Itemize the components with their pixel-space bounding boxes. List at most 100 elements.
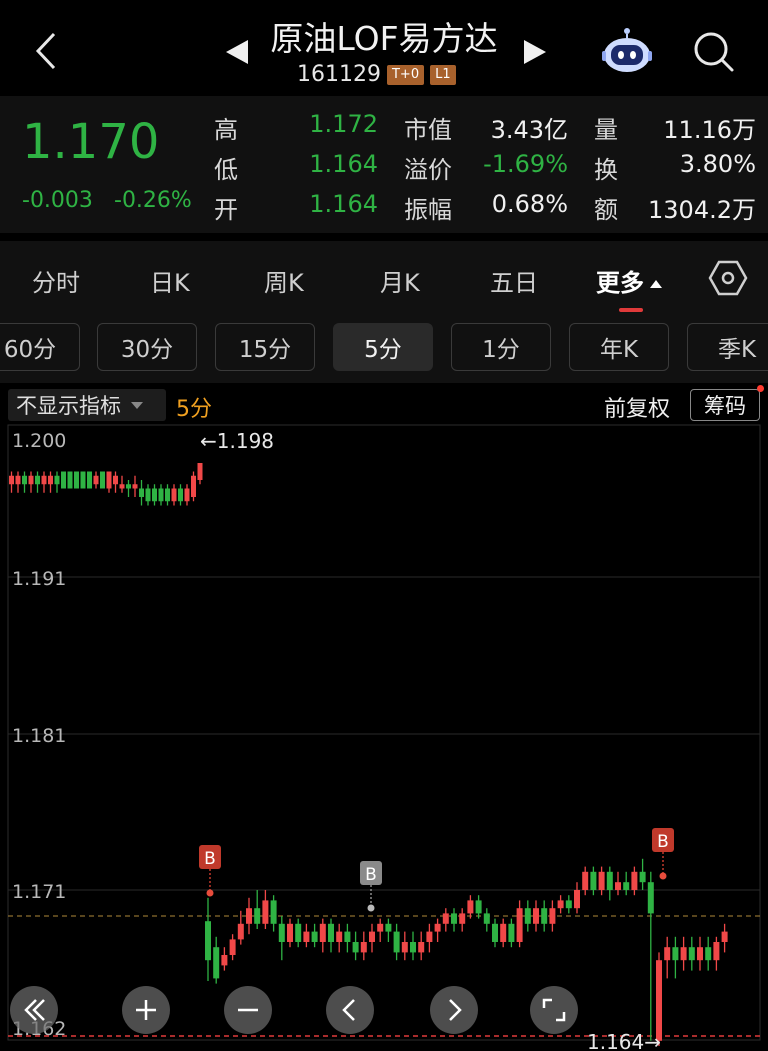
candle-body: [533, 908, 539, 924]
candle-body: [713, 942, 720, 961]
move-right-button[interactable]: [430, 986, 478, 1034]
candle-body: [434, 923, 441, 932]
candle-body: [557, 900, 564, 909]
candle-body: [270, 900, 277, 924]
candle-body: [516, 908, 523, 942]
candle-top-body: [48, 475, 53, 485]
candle-body: [672, 947, 679, 961]
candle-top-body: [145, 488, 151, 502]
candle-body: [369, 931, 375, 942]
y-tick-label: 1.181: [12, 725, 66, 747]
candle-top-body: [67, 471, 73, 489]
zoom-in-button[interactable]: [122, 986, 170, 1034]
candle-body: [483, 913, 490, 924]
max-price-label: ←1.198: [200, 429, 274, 453]
candle-body: [688, 947, 695, 961]
y-tick-label: 1.200: [12, 430, 66, 452]
candle-body: [705, 947, 712, 961]
signal-marker-label: B: [204, 849, 216, 869]
next-icon: [449, 999, 462, 1021]
candle-body: [328, 923, 334, 942]
candle-body: [254, 908, 261, 924]
candle-top-body: [113, 475, 118, 485]
candle-top-body: [61, 471, 66, 489]
candle-body: [205, 921, 211, 961]
candle-body: [598, 871, 605, 890]
signal-marker-label: B: [657, 832, 669, 852]
candle-body: [541, 908, 548, 924]
signal-dot: [367, 904, 375, 912]
candlestick-chart: 1.2001.1911.1811.1711.162←1.1981.164→BBB: [7, 424, 761, 1051]
candle-top-body: [139, 488, 144, 497]
candle-body: [565, 900, 572, 909]
candle-top-body: [100, 471, 105, 489]
candle-top-body: [80, 471, 86, 489]
double-left-icon: [24, 999, 45, 1021]
candle-top-body: [178, 488, 183, 502]
candle-body: [631, 871, 638, 890]
candle-body: [311, 931, 318, 942]
signal-dot: [659, 872, 667, 880]
candle-body: [410, 942, 416, 953]
candle-body: [451, 913, 457, 924]
candle-top-body: [171, 488, 177, 502]
candle-top-body: [22, 475, 27, 485]
zoom-out-button[interactable]: [224, 986, 272, 1034]
candle-top-body: [106, 471, 112, 489]
candle-body: [401, 942, 408, 953]
candle-body: [590, 871, 597, 890]
candle-top-body: [165, 488, 170, 502]
candle-body: [303, 931, 310, 942]
candle-top-body: [9, 475, 14, 485]
prev-icon: [342, 999, 355, 1021]
candle-body: [615, 882, 621, 890]
fullscreen-button[interactable]: [530, 986, 578, 1034]
candle-body: [426, 931, 433, 942]
candle-top-body: [74, 471, 79, 489]
candle-body: [459, 913, 466, 924]
y-tick-label: 1.191: [12, 568, 66, 590]
candle-top-body: [28, 475, 34, 485]
candle-body: [221, 955, 228, 966]
signal-dot: [206, 889, 214, 897]
candle-body: [319, 923, 326, 942]
candle-body: [664, 947, 671, 961]
candle-body: [508, 923, 515, 942]
chart-frame: [7, 424, 761, 1041]
zoom-out-icon: [238, 1008, 258, 1012]
candle-top-body: [191, 475, 196, 497]
candle-body: [582, 871, 589, 890]
candle-body: [697, 947, 703, 961]
candle-body: [262, 900, 269, 924]
candle-body: [680, 947, 687, 961]
candle-top-body: [119, 484, 125, 489]
candle-top-body: [158, 488, 164, 502]
candle-body: [213, 947, 220, 979]
candle-top-body: [132, 484, 138, 489]
candle-top-body: [184, 488, 190, 502]
candle-body: [606, 871, 613, 890]
candle-body: [524, 908, 531, 924]
candle-body: [623, 882, 630, 890]
candle-body: [336, 931, 343, 942]
candle-body: [467, 900, 474, 914]
candle-body: [656, 960, 662, 1041]
candle-body: [237, 923, 244, 940]
candle-body: [393, 931, 400, 953]
move-left-button[interactable]: [326, 986, 374, 1034]
candle-top-body: [41, 475, 47, 485]
candle-body: [442, 913, 449, 924]
candle-body: [287, 923, 293, 942]
candle-body: [574, 890, 580, 909]
signal-marker-label: B: [365, 865, 377, 885]
candle-body: [385, 923, 392, 932]
candle-top-body: [152, 488, 157, 502]
candle-body: [360, 942, 367, 953]
fullscreen-icon: [542, 998, 566, 1022]
candle-body: [229, 939, 236, 955]
candle-body: [475, 900, 482, 914]
candle-body: [647, 882, 654, 914]
candle-top-body: [15, 475, 21, 485]
candle-body: [639, 871, 646, 883]
scroll-to-start-button[interactable]: [10, 986, 58, 1034]
